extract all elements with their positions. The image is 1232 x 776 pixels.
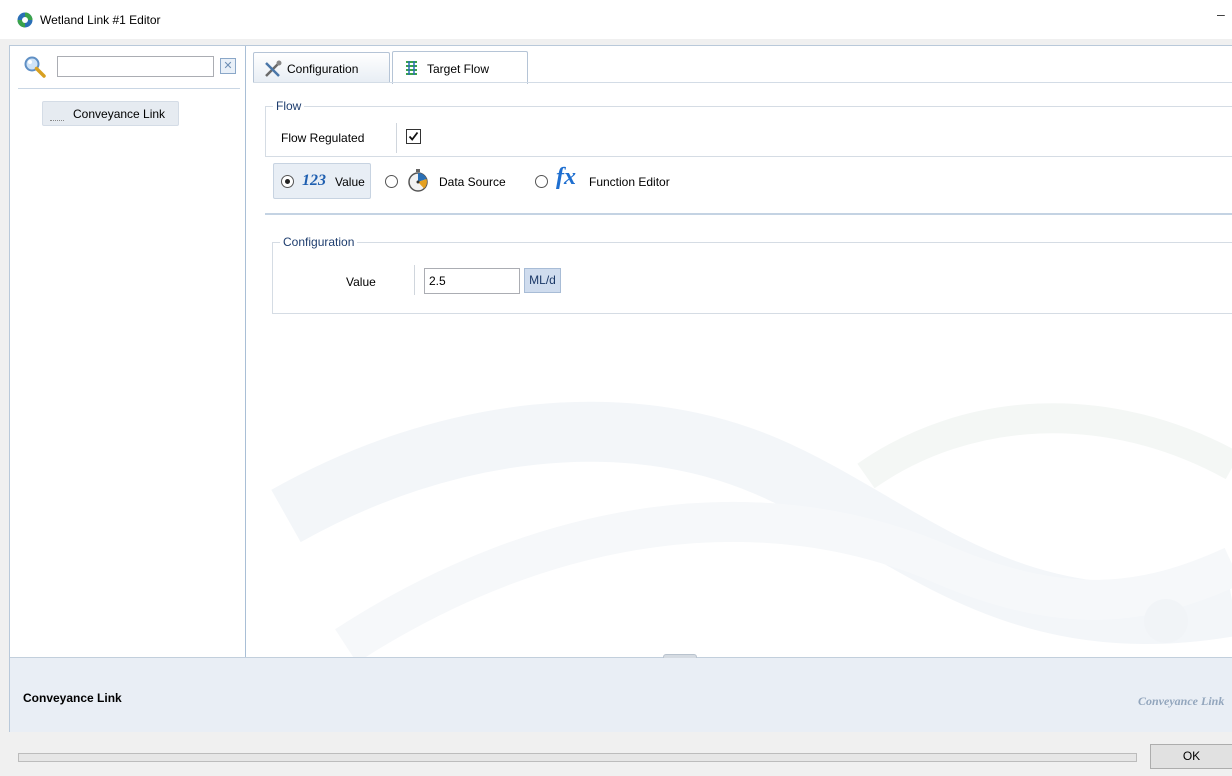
clear-search-button[interactable]: ✕ bbox=[220, 58, 236, 74]
search-icon bbox=[24, 56, 46, 78]
flow-group: Flow Flow Regulated bbox=[265, 99, 1232, 157]
tree-item-label: Conveyance Link bbox=[73, 107, 166, 121]
radio-value-label: Value bbox=[335, 175, 365, 189]
window-title: Wetland Link #1 Editor bbox=[40, 13, 161, 27]
close-icon: ✕ bbox=[223, 60, 233, 72]
tree-panel: ✕ Conveyance Link bbox=[10, 46, 246, 657]
group-legend: Configuration bbox=[280, 235, 358, 249]
radio-data-source[interactable] bbox=[385, 175, 398, 188]
divider bbox=[18, 88, 240, 89]
flow-regulated-label: Flow Regulated bbox=[281, 131, 365, 145]
radio-value[interactable] bbox=[281, 175, 294, 188]
radio-function-editor[interactable] bbox=[535, 175, 548, 188]
radio-data-source-label: Data Source bbox=[439, 175, 506, 189]
flow-icon bbox=[406, 61, 417, 75]
tab-label: Target Flow bbox=[427, 62, 490, 76]
flow-regulated-checkbox[interactable] bbox=[406, 129, 421, 144]
configuration-group: Configuration Value ML/d bbox=[272, 235, 1232, 314]
search-input[interactable] bbox=[57, 56, 214, 77]
tab-configuration[interactable]: Configuration bbox=[253, 52, 390, 83]
unit-button[interactable]: ML/d bbox=[524, 268, 561, 293]
tools-icon bbox=[265, 60, 282, 77]
function-icon: fx bbox=[556, 164, 576, 190]
group-legend: Flow bbox=[273, 99, 305, 113]
progress-bar bbox=[18, 753, 1137, 762]
divider bbox=[414, 265, 415, 295]
tab-strip-border bbox=[253, 82, 1232, 83]
value-label: Value bbox=[346, 275, 376, 289]
description-panel: Conveyance Link Conveyance Link bbox=[10, 658, 1232, 732]
divider bbox=[396, 123, 397, 153]
tab-label: Configuration bbox=[287, 62, 359, 76]
ok-button[interactable]: OK bbox=[1150, 744, 1232, 769]
numeric-icon: 123 bbox=[302, 172, 326, 189]
value-input[interactable] bbox=[424, 268, 520, 294]
title-bar: Wetland Link #1 Editor – bbox=[0, 0, 1232, 39]
minimize-button[interactable]: – bbox=[1217, 6, 1225, 22]
tree-connector bbox=[50, 120, 64, 121]
radio-function-editor-label: Function Editor bbox=[589, 175, 670, 189]
tab-target-flow[interactable]: Target Flow bbox=[392, 51, 528, 84]
tree-item-conveyance-link[interactable]: Conveyance Link bbox=[42, 101, 179, 126]
stopwatch-icon bbox=[408, 169, 428, 192]
content-panel: Configuration Target Flow Flow Flow Regu… bbox=[246, 46, 1232, 657]
element-type-watermark: Conveyance Link bbox=[1138, 694, 1225, 708]
element-title: Conveyance Link bbox=[23, 691, 122, 705]
app-logo-icon bbox=[17, 12, 33, 28]
section-divider bbox=[265, 213, 1232, 215]
editor-frame: ✕ Conveyance Link Configuration Target F… bbox=[9, 45, 1232, 732]
checkmark-icon bbox=[408, 131, 419, 141]
